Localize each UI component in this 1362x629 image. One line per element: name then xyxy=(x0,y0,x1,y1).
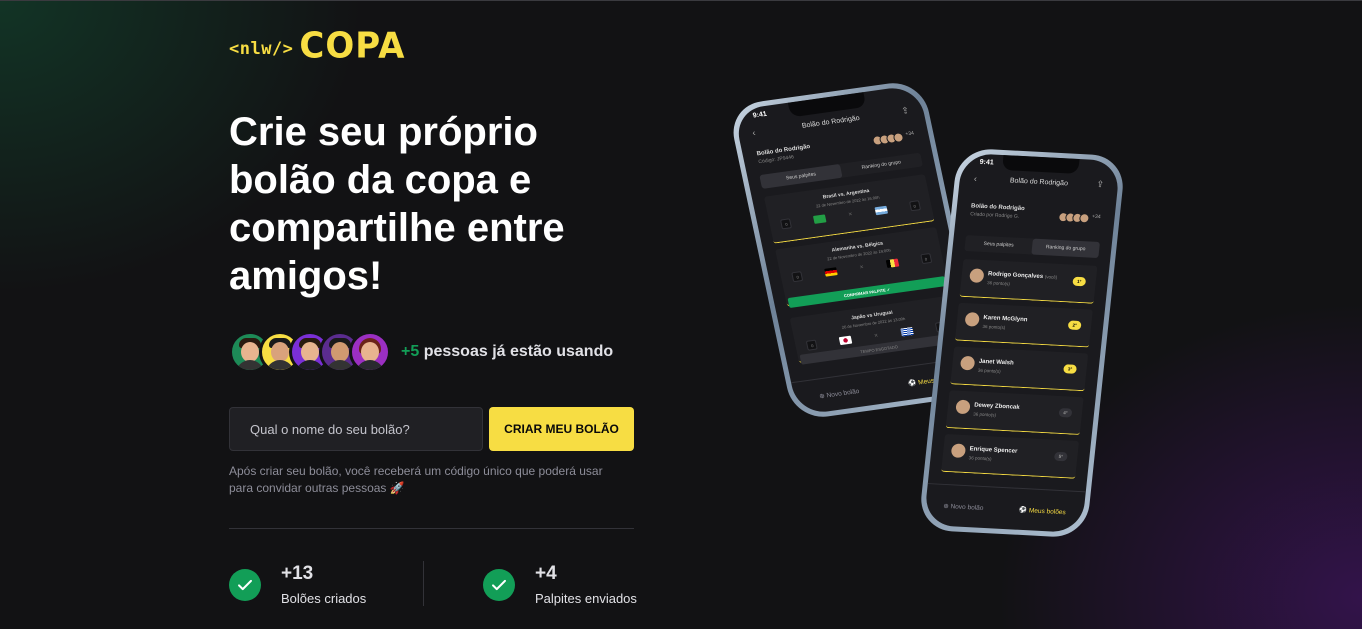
pool-header: Bolão do Rodrigão Código: JP9446 xyxy=(756,144,812,165)
tab-guesses: Seus palpites xyxy=(983,241,1014,249)
logo-brand: COPA xyxy=(299,25,406,68)
phone-time: 9:41 xyxy=(752,110,768,120)
tab-guesses: Seus palpites xyxy=(759,163,843,189)
uruguay-flag-icon xyxy=(900,327,914,337)
belgium-flag-icon xyxy=(885,258,900,269)
my-pools-tab: ⚽ Meus bolões xyxy=(1018,506,1067,516)
phone-screen: 9:41 ‹ Bolão do Rodrigão ⇪ Bolão do Rodr… xyxy=(923,152,1121,534)
stat-pools: +13 Bolões criados xyxy=(229,563,366,606)
phone-tabs: Seus palpites Ranking do grupo xyxy=(964,235,1100,258)
phone-time: 9:41 xyxy=(979,158,995,167)
player-name: Enrique Spencer xyxy=(969,446,1018,455)
more-participants: +34 xyxy=(904,130,915,138)
brazil-flag-icon xyxy=(813,214,827,224)
participant-avatars: +34 xyxy=(1057,211,1101,224)
tab-ranking: Ranking do grupo xyxy=(1031,238,1100,258)
player-name: Karen McGlynn xyxy=(983,314,1028,324)
phone-title: Bolão do Rodrigão xyxy=(1009,177,1069,188)
phone-mockup-front: 9:41 ‹ Bolão do Rodrigão ⇪ Bolão do Rodr… xyxy=(917,147,1127,539)
stat-divider xyxy=(423,561,424,606)
stat-value: +4 xyxy=(535,563,557,584)
social-proof: +5 pessoas já estão usando xyxy=(229,331,613,373)
avatar xyxy=(955,399,971,415)
germany-flag-icon xyxy=(824,267,838,277)
pool-creator: Criado por Rodrigo G. xyxy=(969,211,1020,220)
hero-title: Crie seu próprio bolão da copa e compart… xyxy=(229,110,565,298)
avatar xyxy=(950,443,967,458)
create-pool-form: CRIAR MEU BOLÃO xyxy=(229,407,634,451)
logo-tag: <nlw/> xyxy=(229,39,294,59)
player-name: Janet Walsh xyxy=(978,358,1014,367)
rank-badge: 2° xyxy=(1067,320,1082,331)
avatar xyxy=(964,312,980,327)
pool-header: Bolão do Rodrigão Criado por Rodrigo G. xyxy=(970,203,1025,220)
check-icon xyxy=(483,568,515,601)
player-points: 36 ponto(s) xyxy=(977,367,1001,374)
player-points: 36 ponto(s) xyxy=(973,411,997,418)
stat-label: Bolões criados xyxy=(281,591,367,606)
stat-label: Palpites enviados xyxy=(535,591,637,606)
ranking-row: Rodrigo Gonçalves (você) 36 ponto(s) 1° xyxy=(959,258,1098,304)
divider xyxy=(229,528,634,529)
ranking-row: Karen McGlynn 36 ponto(s) 2° xyxy=(954,302,1093,348)
stat-value: +13 xyxy=(281,563,314,584)
rank-badge: 1° xyxy=(1072,276,1087,287)
participant-avatars: +34 xyxy=(871,130,915,147)
player-points: 36 ponto(s) xyxy=(982,323,1006,331)
new-pool-tab: ⊕ Novo bolão xyxy=(942,502,984,512)
stat-guesses: +4 Palpites enviados xyxy=(483,563,637,606)
avatar-group xyxy=(229,331,391,373)
avatar xyxy=(969,268,985,283)
logo: <nlw/> COPA xyxy=(229,25,406,68)
ranking-row: Enrique Spencer 36 ponto(s) 5° xyxy=(941,433,1080,479)
phone-footer: ⊕ Novo bolão ⚽ Meus bolões xyxy=(923,483,1086,534)
player-name: Rodrigo Gonçalves xyxy=(987,271,1044,281)
check-icon xyxy=(229,568,261,601)
ranking-row: Janet Walsh 36 ponto(s) 3° xyxy=(950,346,1089,392)
avatar xyxy=(349,331,391,373)
player-points: 36 ponto(s) xyxy=(968,455,992,462)
tab-ranking: Ranking do grupo xyxy=(861,159,902,171)
japan-flag-icon xyxy=(838,335,853,346)
avatar xyxy=(959,355,976,371)
social-proof-text: +5 pessoas já estão usando xyxy=(401,343,613,361)
share-icon: ⇪ xyxy=(1095,178,1105,190)
new-pool-tab: ⊕ Novo bolão xyxy=(818,387,860,400)
player-name: Dewey Zboncak xyxy=(973,402,1020,411)
more-participants: +34 xyxy=(1091,213,1101,221)
player-points: 36 ponto(s) xyxy=(986,280,1011,287)
user-count-label: pessoas já estão usando xyxy=(423,343,614,360)
user-count: +5 xyxy=(401,343,420,360)
pool-name-input[interactable] xyxy=(229,407,483,451)
form-hint: Após criar seu bolão, você receberá um c… xyxy=(229,464,603,495)
rank-badge: 3° xyxy=(1063,364,1078,374)
rank-badge: 5° xyxy=(1053,451,1068,462)
ranking-row: Dewey Zboncak 36 ponto(s) 4° xyxy=(945,390,1084,436)
share-icon: ⇪ xyxy=(900,104,911,116)
create-pool-button[interactable]: CRIAR MEU BOLÃO xyxy=(489,407,634,451)
argentina-flag-icon xyxy=(874,205,888,216)
rank-badge: 4° xyxy=(1058,407,1073,418)
